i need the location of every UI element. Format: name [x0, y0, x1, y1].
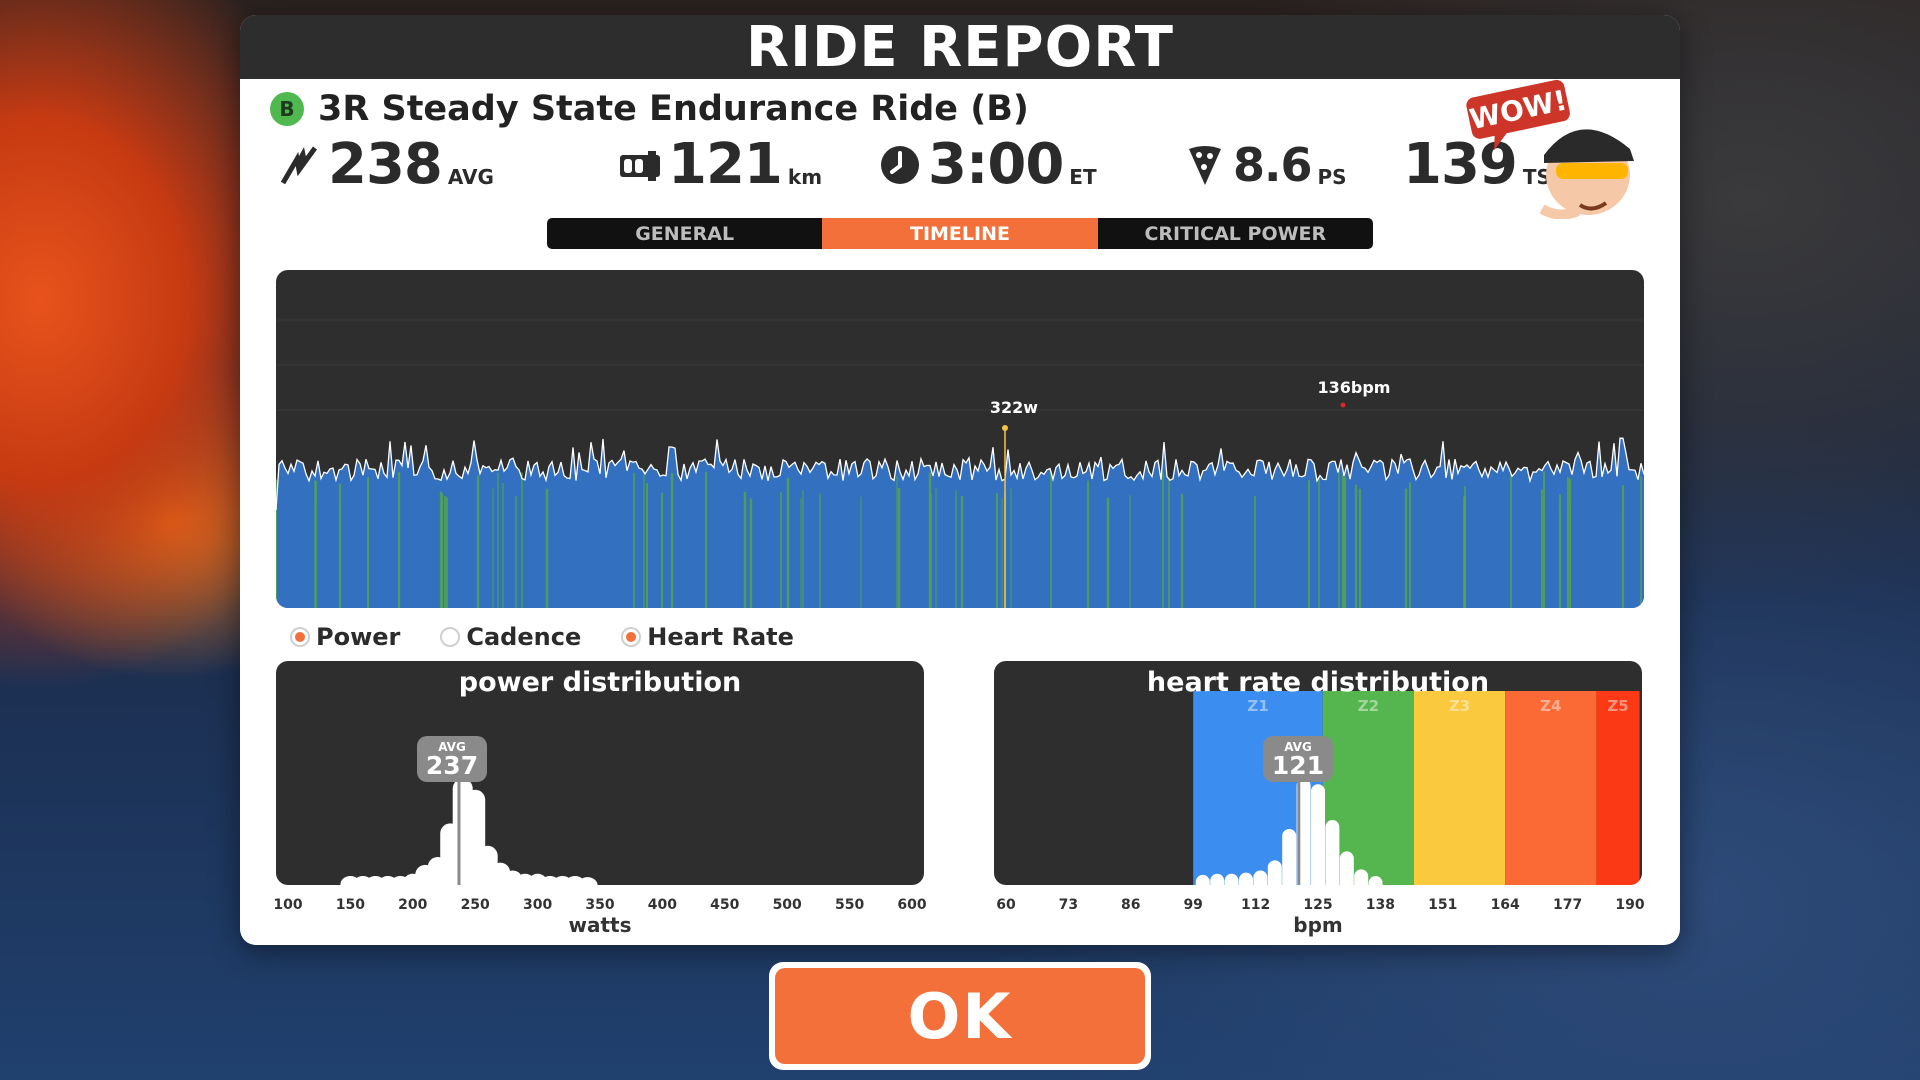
title-bar: RIDE REPORT — [240, 15, 1680, 80]
hr-axis-label: bpm — [1293, 913, 1343, 937]
pizza-slices-value: 8.6 — [1233, 138, 1312, 192]
distance-stat: 121 km — [618, 135, 822, 195]
pizza-stat: 8.6 PS — [1183, 135, 1347, 195]
hr-peak-label: 136bpm — [1318, 378, 1391, 397]
avg-power-value: 238 — [328, 132, 443, 197]
tab-timeline[interactable]: TIMELINE — [822, 218, 1098, 249]
ride-report-panel: RIDE REPORT B 3R Steady State Endurance … — [240, 15, 1680, 945]
power-avg-value: 237 — [425, 751, 479, 780]
legend-cadence-label: Cadence — [466, 623, 582, 651]
ride-title: B 3R Steady State Endurance Ride (B) — [270, 89, 1029, 129]
axis-tick-label: 190 — [1615, 897, 1645, 913]
distribution-bar — [1282, 829, 1297, 885]
distribution-bar — [1354, 869, 1369, 885]
power-axis-label: watts — [568, 913, 632, 937]
power-distribution-title: power distribution — [458, 667, 742, 698]
distance-unit: km — [787, 165, 823, 189]
distance-value: 121 — [668, 132, 783, 197]
odometer-icon — [620, 151, 660, 181]
hr-distribution-panel: Z1 Z2 Z3 Z4 Z5 heart rate distribution AVG 1… — [994, 661, 1645, 937]
power-peak-dot — [1002, 425, 1008, 431]
axis-tick-label: 151 — [1428, 897, 1458, 913]
avg-power-unit: AVG — [447, 165, 494, 189]
power-distribution-chart: power distribution AVG 237 — [276, 661, 924, 885]
legend-heart-rate-label: Heart Rate — [647, 623, 794, 651]
hr-distribution-title: heart rate distribution — [1146, 667, 1490, 698]
axis-tick-label: 100 — [273, 897, 303, 913]
hr-zone-band — [1414, 691, 1506, 885]
legend-power[interactable]: Power — [290, 623, 400, 651]
axis-tick-label: 350 — [585, 897, 615, 913]
axis-tick-label: 300 — [522, 897, 553, 913]
axis-tick-label: 125 — [1303, 897, 1333, 913]
tab-general[interactable]: GENERAL — [547, 218, 822, 249]
clock-icon — [881, 146, 919, 184]
distribution-bar — [1267, 860, 1282, 885]
tab-critical-power[interactable]: CRITICAL POWER — [1098, 218, 1373, 249]
wow-mascot-icon: WOW! — [1466, 79, 1634, 219]
category-badge: B — [270, 92, 304, 126]
hr-zone-label: Z1 — [1247, 697, 1268, 715]
distribution-bar — [1253, 870, 1268, 885]
legend-heart-rate[interactable]: Heart Rate — [621, 623, 794, 651]
hr-peak-dot — [1340, 402, 1346, 408]
avg-power-stat: 238 AVG — [278, 135, 494, 195]
axis-tick-label: 150 — [335, 897, 366, 913]
series-legend: Power Cadence Heart Rate — [290, 623, 794, 651]
axis-tick-label: 400 — [647, 897, 678, 913]
hr-zone-band — [1505, 691, 1597, 885]
hr-zone-band — [1596, 691, 1640, 885]
lightning-icon — [280, 146, 318, 185]
report-tabs: GENERAL TIMELINE CRITICAL POWER — [547, 218, 1373, 249]
ride-name: 3R Steady State Endurance Ride (B) — [318, 89, 1029, 129]
axis-tick-label: 164 — [1490, 897, 1520, 913]
axis-tick-label: 177 — [1552, 897, 1583, 913]
axis-tick-label: 250 — [460, 897, 490, 913]
distribution-bar — [1311, 784, 1325, 885]
axis-tick-label: 138 — [1365, 897, 1396, 913]
hr-zone-label: Z5 — [1607, 697, 1628, 715]
hr-avg-value: 121 — [1271, 751, 1325, 780]
legend-power-label: Power — [316, 623, 401, 651]
elapsed-time-value: 3:00 — [928, 132, 1064, 197]
heart-rate-radio[interactable] — [621, 627, 642, 647]
power-avg-badge: AVG 237 — [417, 736, 487, 782]
axis-tick-label: 550 — [834, 897, 865, 913]
elapsed-time-unit: ET — [1069, 165, 1097, 189]
axis-tick-label: 450 — [710, 897, 740, 913]
timeline-svg: 322w 136bpm — [276, 319, 1644, 608]
axis-tick-label: 60 — [996, 897, 1016, 913]
axis-tick-label: 86 — [1121, 897, 1141, 913]
axis-tick-label: 600 — [897, 897, 927, 913]
axis-tick-label: 99 — [1183, 897, 1203, 913]
axis-tick-label: 73 — [1058, 897, 1079, 913]
axis-tick-label: 112 — [1240, 897, 1271, 913]
pizza-slices-unit: PS — [1317, 165, 1347, 189]
axis-tick-label: 200 — [398, 897, 428, 913]
ok-button-label: OK — [775, 968, 1145, 1064]
legend-cadence[interactable]: Cadence — [440, 623, 581, 651]
stats-row: 238 AVG 121 km 3:00 ET 8.6 PS 139 TSS — [278, 135, 1648, 205]
ok-button[interactable]: OK — [769, 962, 1151, 1070]
power-peak-label: 322w — [990, 398, 1038, 417]
page-title: RIDE REPORT — [745, 15, 1175, 80]
power-radio[interactable] — [290, 627, 310, 647]
power-area — [276, 438, 1644, 608]
distribution-bar — [1325, 820, 1340, 885]
timeline-chart[interactable]: 322w 136bpm — [276, 270, 1644, 608]
hr-zone-label: Z4 — [1540, 697, 1561, 715]
hr-distribution-chart: Z1 Z2 Z3 Z4 Z5 heart rate distribution AVG 1… — [994, 661, 1642, 885]
hr-zone-label: Z2 — [1358, 697, 1379, 715]
cadence-radio[interactable] — [440, 627, 461, 647]
time-stat: 3:00 ET — [878, 135, 1097, 195]
distribution-bar — [1339, 851, 1354, 885]
hr-avg-badge: AVG 121 — [1263, 736, 1333, 782]
power-distribution-panel: power distribution AVG 237 100 150 200 250 3… — [273, 661, 927, 937]
ride-header: B 3R Steady State Endurance Ride (B) 238… — [240, 79, 1680, 219]
pizza-slice-icon — [1189, 146, 1221, 185]
hr-zone-label: Z3 — [1449, 697, 1470, 715]
axis-tick-label: 500 — [772, 897, 802, 913]
